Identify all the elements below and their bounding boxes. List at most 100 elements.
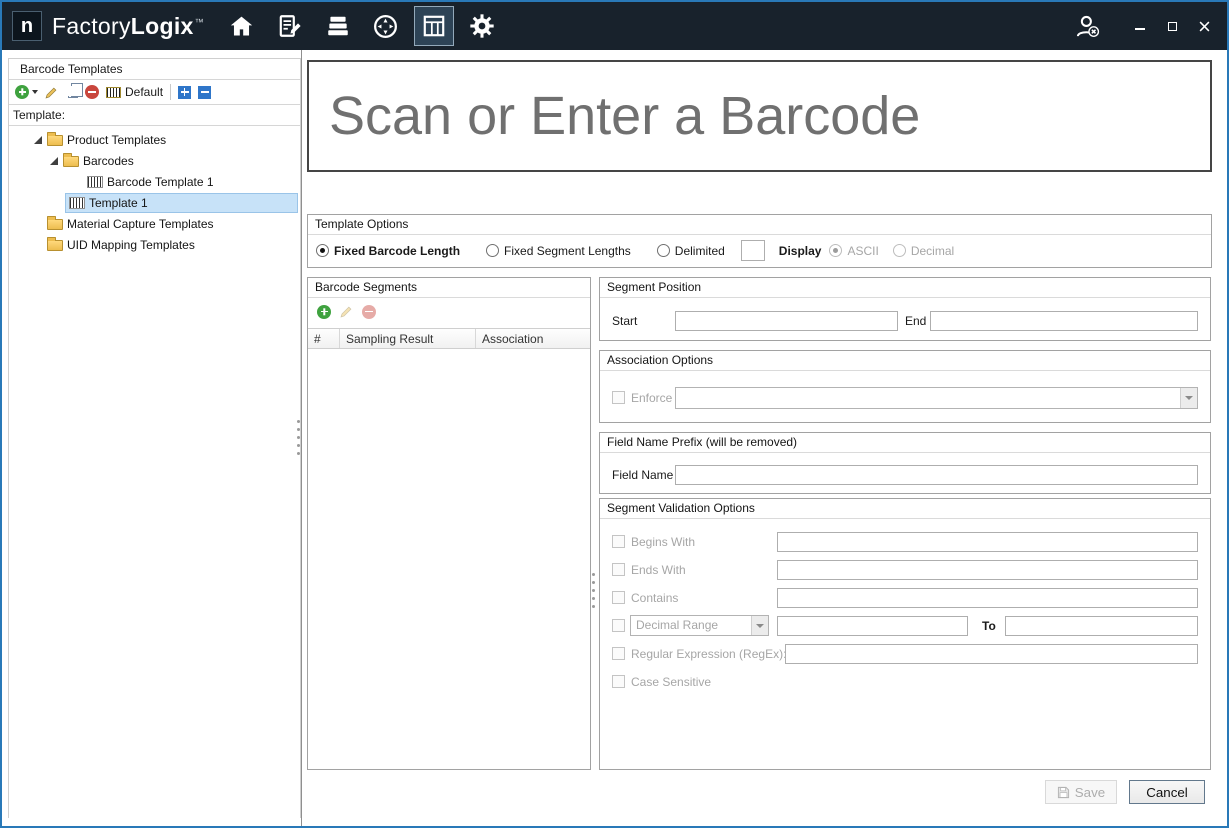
- display-decimal-radio[interactable]: [893, 244, 906, 257]
- field-name-input[interactable]: [675, 465, 1198, 485]
- segments-toolbar: [308, 298, 590, 325]
- tree-item-barcodes[interactable]: Barcodes: [9, 150, 300, 171]
- template-section-label: Template:: [9, 105, 300, 126]
- barcode-icon: [87, 176, 103, 188]
- barcode-segments-panel: Barcode Segments # Sampling Result Assoc…: [307, 277, 591, 770]
- remove-segment-button[interactable]: [362, 305, 376, 319]
- range-checkbox[interactable]: [612, 619, 625, 632]
- enforce-checkbox[interactable]: [612, 391, 625, 404]
- range-from-input[interactable]: [777, 616, 968, 636]
- group-title: Segment Validation Options: [600, 499, 1210, 519]
- default-template-chip[interactable]: Default: [106, 85, 163, 99]
- collapse-all-button[interactable]: [198, 86, 211, 99]
- main-panel: Template Options Fixed Barcode Length Fi…: [302, 50, 1227, 826]
- minimize-icon: [1135, 28, 1145, 30]
- sidebar: Barcode Templates Default Template:: [2, 50, 302, 826]
- copy-icon: [68, 86, 78, 98]
- fixed-segment-lengths-radio[interactable]: [486, 244, 499, 257]
- panel-splitter[interactable]: [592, 573, 595, 608]
- case-sensitive-checkbox[interactable]: [612, 675, 625, 688]
- barcode-icon: [69, 197, 85, 209]
- segment-validation-group: Segment Validation Options Begins With E…: [599, 498, 1211, 770]
- begins-with-input[interactable]: [777, 532, 1198, 552]
- settings-gear-icon[interactable]: [462, 6, 502, 46]
- template-tree: Product Templates Barcodes Barcode Templ…: [9, 126, 300, 818]
- maximize-button[interactable]: [1159, 15, 1185, 37]
- titlebar-right: [1074, 13, 1217, 40]
- home-icon[interactable]: [222, 6, 262, 46]
- copy-template-button[interactable]: [65, 86, 78, 98]
- maximize-icon: [1168, 22, 1177, 31]
- scan-box: [307, 60, 1212, 172]
- segment-position-group: Segment Position Start End: [599, 277, 1211, 341]
- range-type-select[interactable]: Decimal Range: [630, 615, 769, 636]
- range-to-input[interactable]: [1005, 616, 1198, 636]
- ends-with-input[interactable]: [777, 560, 1198, 580]
- enforce-association-select[interactable]: [675, 387, 1198, 409]
- chevron-down-icon: [1185, 396, 1193, 400]
- tree-item-product-templates[interactable]: Product Templates: [9, 129, 300, 150]
- user-logout-icon[interactable]: [1074, 13, 1101, 40]
- template-options-row: Fixed Barcode Length Fixed Segment Lengt…: [308, 235, 1211, 266]
- edit-segment-button[interactable]: [340, 305, 353, 318]
- folder-icon: [63, 156, 79, 167]
- navigator-compass-icon[interactable]: [366, 6, 406, 46]
- fixed-barcode-length-radio[interactable]: [316, 244, 329, 257]
- delimiter-input[interactable]: [741, 240, 765, 261]
- expand-all-button[interactable]: [178, 86, 191, 99]
- tree-item-template-1[interactable]: Template 1: [9, 192, 300, 213]
- remove-template-button[interactable]: [85, 85, 99, 99]
- titlebar: n FactoryLogix™: [2, 2, 1227, 50]
- tree-item-material-capture-templates[interactable]: Material Capture Templates: [9, 213, 300, 234]
- templates-icon[interactable]: [414, 6, 454, 46]
- group-title: Segment Position: [600, 278, 1210, 298]
- folder-icon: [47, 240, 63, 251]
- add-segment-button[interactable]: [317, 305, 331, 319]
- tree-item-barcode-template-1[interactable]: Barcode Template 1: [9, 171, 300, 192]
- close-button[interactable]: [1191, 15, 1217, 37]
- contains-checkbox[interactable]: [612, 591, 625, 604]
- selected-row-highlight: Template 1: [65, 193, 298, 213]
- app-window: n FactoryLogix™ Barcode Templates: [0, 0, 1229, 828]
- group-title: Association Options: [600, 351, 1210, 371]
- regex-checkbox[interactable]: [612, 647, 625, 660]
- template-options-group: Template Options Fixed Barcode Length Fi…: [307, 214, 1212, 268]
- ends-with-checkbox[interactable]: [612, 563, 625, 576]
- collapse-toggle-icon[interactable]: [50, 157, 58, 165]
- field-name-prefix-group: Field Name Prefix (will be removed) Fiel…: [599, 432, 1211, 494]
- regex-input[interactable]: [785, 644, 1198, 664]
- dropdown-button[interactable]: [751, 616, 768, 635]
- plus-circle-icon: [317, 305, 331, 319]
- npi-logo: n: [12, 11, 42, 41]
- barcode-icon: [106, 87, 121, 98]
- display-ascii-radio[interactable]: [829, 244, 842, 257]
- production-clipboard-icon[interactable]: [270, 6, 310, 46]
- cancel-button[interactable]: Cancel: [1129, 780, 1205, 804]
- collapse-toggle-icon[interactable]: [34, 136, 42, 144]
- folder-icon: [47, 135, 63, 146]
- sidebar-splitter[interactable]: [297, 420, 300, 455]
- sidebar-toolbar: Default: [9, 80, 300, 105]
- tree-item-uid-mapping-templates[interactable]: UID Mapping Templates: [9, 234, 300, 255]
- minimize-button[interactable]: [1127, 15, 1153, 37]
- plus-circle-icon: [15, 85, 29, 99]
- floppy-disk-icon: [1057, 786, 1070, 799]
- barcode-scan-input[interactable]: [309, 62, 1210, 170]
- pencil-icon: [45, 86, 58, 99]
- edit-template-button[interactable]: [45, 86, 58, 99]
- add-template-button[interactable]: [15, 85, 38, 99]
- start-input[interactable]: [675, 311, 898, 331]
- delimited-radio[interactable]: [657, 244, 670, 257]
- sidebar-title: Barcode Templates: [9, 59, 300, 80]
- contains-input[interactable]: [777, 588, 1198, 608]
- group-title: Barcode Segments: [308, 278, 590, 298]
- minus-circle-icon: [85, 85, 99, 99]
- end-input[interactable]: [930, 311, 1198, 331]
- materials-stack-icon[interactable]: [318, 6, 358, 46]
- begins-with-checkbox[interactable]: [612, 535, 625, 548]
- pencil-icon: [340, 305, 353, 318]
- save-button[interactable]: Save: [1045, 780, 1117, 804]
- close-icon: [1199, 21, 1210, 32]
- dropdown-button[interactable]: [1180, 388, 1197, 408]
- group-title: Template Options: [308, 215, 1211, 235]
